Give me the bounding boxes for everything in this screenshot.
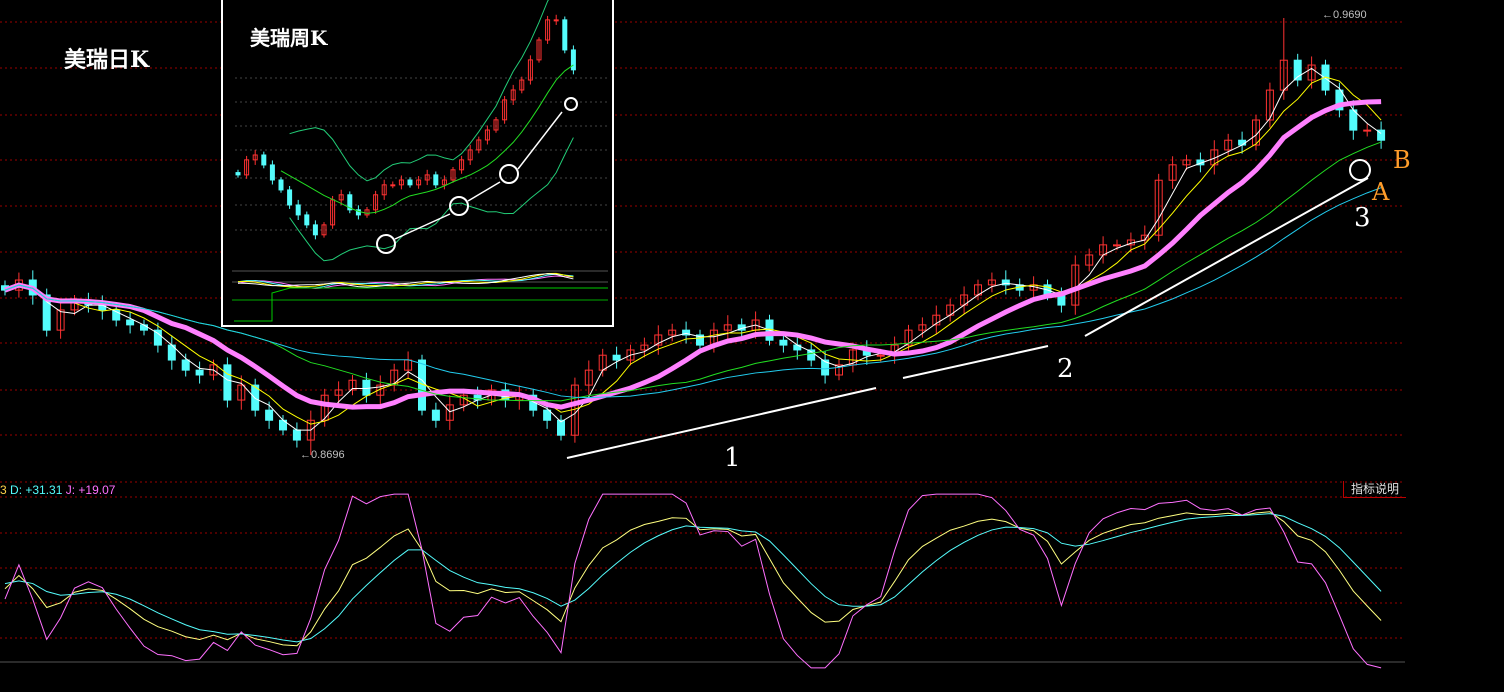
indicator-help-button[interactable]: 指标说明 [1343, 481, 1406, 498]
kdj-j-line [4, 493, 1382, 669]
daily-candle-up [1363, 129, 1372, 132]
point-label-a: A [1372, 178, 1390, 206]
high-price-label: ←0.9690 [1322, 9, 1367, 21]
weekly-candle-down [278, 179, 284, 191]
trendline-annotations [566, 159, 1371, 459]
kdj-indicator-lines [4, 493, 1382, 669]
weekly-candle-down [295, 204, 301, 216]
weekly-candle-down [407, 179, 413, 186]
daily-candle-down [223, 364, 232, 401]
daily-candle-down [292, 429, 301, 441]
trendline-label-3: 3 [1354, 203, 1371, 233]
daily-candle-down [265, 409, 274, 421]
weekly-candle-down [261, 154, 267, 166]
daily-candle-down [1238, 139, 1247, 146]
daily-candle-up [876, 354, 885, 357]
daily-moving-averages [4, 67, 1382, 431]
weekly-candle-down [287, 189, 293, 206]
daily-candle-up [1113, 244, 1121, 247]
ma3-line [4, 67, 1382, 431]
weekly-candle-down [304, 214, 310, 226]
trendline-1 [566, 387, 877, 459]
daily-candle-down [431, 409, 440, 421]
low-price-label: ←0.8696 [300, 449, 345, 461]
point-label-b: B [1393, 146, 1411, 174]
stock-chart[interactable] [0, 0, 1504, 692]
trendline-3 [1084, 177, 1369, 337]
weekly-candle-down [570, 49, 576, 71]
weekly-candle-up [390, 184, 396, 187]
trendline-label-1: 1 [724, 443, 741, 473]
daily-candle-down [126, 319, 135, 326]
daily-candle-down [557, 419, 565, 436]
weekly-candle-up [553, 19, 559, 22]
ma10-line [4, 99, 1382, 410]
weekly-candle-down [433, 174, 439, 186]
weekly-candle-down [562, 19, 568, 51]
kdj-j-value: J: +19.07 [65, 483, 116, 497]
point-a-circle [1349, 159, 1371, 181]
kdj-readout: 3 D: +31.31 J: +19.07 [0, 483, 115, 497]
weekly-candle-down [269, 164, 275, 181]
ma30-line [4, 187, 1382, 399]
daily-chart-title: 美瑞日K [64, 47, 150, 73]
kdj-d-value: D: +31.31 [10, 483, 63, 497]
kdj-k-line [4, 511, 1382, 647]
kdj-k-value: 3 [0, 483, 7, 497]
daily-candle-down [195, 369, 204, 376]
weekly-chart-title: 美瑞周K [250, 26, 328, 50]
low-price-value: 0.8696 [311, 449, 345, 461]
daily-candle-down [181, 359, 190, 371]
high-price-value: 0.9690 [1333, 9, 1367, 21]
daily-candle-down [543, 409, 552, 421]
trendline-label-2: 2 [1057, 354, 1074, 384]
daily-candle-down [140, 324, 148, 331]
weekly-candle-down [235, 172, 241, 176]
weekly-candle-down [312, 224, 318, 236]
daily-candle-down [779, 339, 788, 346]
daily-candle-down [612, 354, 621, 361]
ma5-line [4, 76, 1382, 425]
